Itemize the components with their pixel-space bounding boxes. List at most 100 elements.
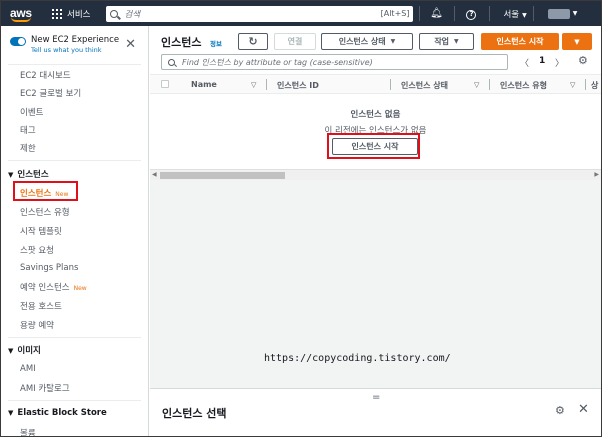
sidebar-item-global-view[interactable]: EC2 글로벌 보기	[20, 87, 81, 99]
caret-down-icon: ▼	[574, 37, 580, 46]
caret-down-icon: ▼	[572, 10, 578, 17]
actions-label: 작업	[434, 37, 450, 46]
prev-page-button[interactable]: 〈	[520, 56, 529, 69]
close-sidebar-icon[interactable]: ✕	[125, 37, 136, 52]
caret-down-icon: ▼	[454, 38, 459, 45]
split-panel-title: 인스턴스 선택	[162, 407, 227, 420]
services-grid-icon[interactable]	[52, 8, 62, 19]
sidebar-item-label: 예약 인스턴스	[20, 283, 70, 293]
help-icon: ?	[466, 9, 477, 20]
column-separator	[266, 79, 267, 90]
horizontal-scrollbar[interactable]: ◀ ▶	[150, 169, 601, 180]
instance-state-button[interactable]: 인스턴스 상태 ▼	[321, 33, 413, 50]
sort-icon[interactable]: ▽	[251, 81, 256, 89]
region-label: 서울	[503, 9, 520, 20]
settings-gear-icon[interactable]: ⚙	[578, 54, 588, 67]
instance-filter-input[interactable]: Find 인스턴스 by attribute or tag (case-sens…	[161, 54, 508, 70]
page-title: 인스턴스	[161, 36, 202, 49]
instance-state-label: 인스턴스 상태	[338, 37, 386, 46]
search-shortcut: [Alt+S]	[380, 9, 410, 18]
sidebar-item-savings-plans[interactable]: Savings Plans	[20, 263, 78, 273]
expand-icon: ▼	[8, 347, 14, 355]
select-all-checkbox[interactable]	[161, 80, 169, 88]
sidebar-item-tags[interactable]: 태그	[20, 124, 36, 136]
caret-down-icon: ▼	[390, 38, 396, 45]
column-header-status[interactable]: 상	[591, 80, 598, 91]
divider	[8, 160, 141, 161]
page-number[interactable]: 1	[539, 56, 545, 66]
expand-icon: ▼	[8, 409, 14, 417]
sidebar-item-spot-requests[interactable]: 스팟 요청	[20, 244, 54, 256]
search-placeholder: 검색	[124, 9, 141, 20]
divider	[8, 400, 141, 401]
column-header-instance-state[interactable]: 인스턴스 상태	[401, 80, 448, 91]
sidebar-section-ebs[interactable]: ▼ Elastic Block Store	[8, 408, 107, 418]
top-nav-bar: aws 서비스 검색 [Alt+S] 🔔︎ ? 서울 ▼ ▼	[1, 1, 601, 26]
divider	[419, 6, 421, 21]
scroll-left-icon[interactable]: ◀	[152, 171, 157, 178]
column-header-name[interactable]: Name	[191, 80, 217, 89]
connect-button[interactable]: 연결	[274, 33, 316, 50]
sidebar-item-limits[interactable]: 제한	[20, 142, 36, 154]
section-label: 인스턴스	[17, 170, 49, 180]
sidebar: New EC2 Experience Tell us what you thin…	[1, 26, 149, 436]
divider	[489, 6, 491, 21]
divider	[8, 64, 141, 65]
sidebar-item-capacity-reservations[interactable]: 용량 예약	[20, 319, 54, 331]
connect-label: 연결	[287, 37, 303, 46]
divider	[532, 6, 534, 21]
resize-handle-icon[interactable]: =	[372, 392, 380, 403]
info-link[interactable]: 정보	[210, 38, 222, 48]
column-separator	[585, 79, 586, 90]
table-header: Name ▽ 인스턴스 ID 인스턴스 상태 ▽ 인스턴스 유형 ▽ 상	[150, 74, 601, 94]
refresh-button[interactable]: ↻	[238, 33, 268, 50]
column-header-instance-id[interactable]: 인스턴스 ID	[277, 80, 319, 91]
caret-down-icon: ▼	[522, 11, 527, 19]
new-experience-toggle[interactable]	[10, 37, 26, 46]
scroll-right-icon[interactable]: ▶	[594, 171, 599, 178]
aws-smile-icon	[11, 17, 31, 22]
empty-title: 인스턴스 없음	[350, 110, 401, 120]
actions-button[interactable]: 작업 ▼	[419, 33, 474, 50]
sidebar-item-dedicated-hosts[interactable]: 전용 호스트	[20, 300, 62, 312]
services-menu[interactable]: 서비스	[67, 8, 90, 20]
empty-state: 인스턴스 없음 이 리전에는 인스턴스가 없음 인스턴스 시작	[150, 94, 601, 169]
scrollbar-thumb[interactable]	[160, 172, 285, 179]
new-badge: New	[73, 285, 87, 292]
split-settings-gear-icon[interactable]: ⚙	[555, 404, 565, 417]
global-search-input[interactable]: 검색 [Alt+S]	[106, 5, 414, 22]
sidebar-item-dashboard[interactable]: EC2 대시보드	[20, 69, 71, 81]
launch-dropdown-button[interactable]: ▼	[562, 33, 592, 50]
feedback-link[interactable]: Tell us what you think	[31, 46, 119, 54]
bell-icon[interactable]: 🔔︎	[424, 8, 448, 19]
watermark: https://copycoding.tistory.com/	[264, 353, 451, 364]
close-split-panel-icon[interactable]: ✕	[578, 402, 589, 417]
new-experience-toggle-row: New EC2 Experience Tell us what you thin…	[10, 35, 119, 54]
help-button[interactable]: ?	[459, 8, 483, 20]
aws-logo[interactable]: aws	[10, 4, 44, 24]
next-page-button[interactable]: 〉	[555, 56, 564, 69]
refresh-icon: ↻	[248, 35, 258, 48]
search-icon	[110, 9, 119, 18]
sort-icon[interactable]: ▽	[474, 81, 479, 89]
sidebar-item-instance-types[interactable]: 인스턴스 유형	[20, 206, 70, 218]
instances-header: 인스턴스 정보 ↻ 연결 인스턴스 상태 ▼ 작업 ▼ 인스턴스 시작 ▼ Find…	[150, 26, 601, 74]
sidebar-item-ami-catalog[interactable]: AMI 카탈로그	[20, 382, 70, 394]
sidebar-item-reserved-instances[interactable]: 예약 인스턴스 New	[20, 281, 87, 293]
sidebar-item-volumes[interactable]: 볼륨	[20, 427, 36, 436]
sidebar-item-launch-templates[interactable]: 시작 템플릿	[20, 225, 62, 237]
divider	[454, 6, 456, 21]
highlight-box	[13, 181, 78, 201]
sidebar-item-ami[interactable]: AMI	[20, 364, 36, 374]
main-content: 인스턴스 정보 ↻ 연결 인스턴스 상태 ▼ 작업 ▼ 인스턴스 시작 ▼ Find…	[150, 26, 601, 436]
account-menu[interactable]	[547, 8, 570, 19]
region-selector[interactable]: 서울 ▼	[503, 8, 526, 20]
column-header-instance-type[interactable]: 인스턴스 유형	[500, 80, 547, 91]
launch-instances-button[interactable]: 인스턴스 시작	[481, 33, 559, 50]
search-icon	[168, 58, 175, 66]
expand-icon: ▼	[8, 171, 14, 179]
sidebar-section-instances[interactable]: ▼ 인스턴스	[8, 168, 49, 180]
sidebar-item-events[interactable]: 이벤트	[20, 106, 43, 118]
sort-icon[interactable]: ▽	[570, 81, 575, 89]
sidebar-section-images[interactable]: ▼ 이미지	[8, 344, 41, 356]
